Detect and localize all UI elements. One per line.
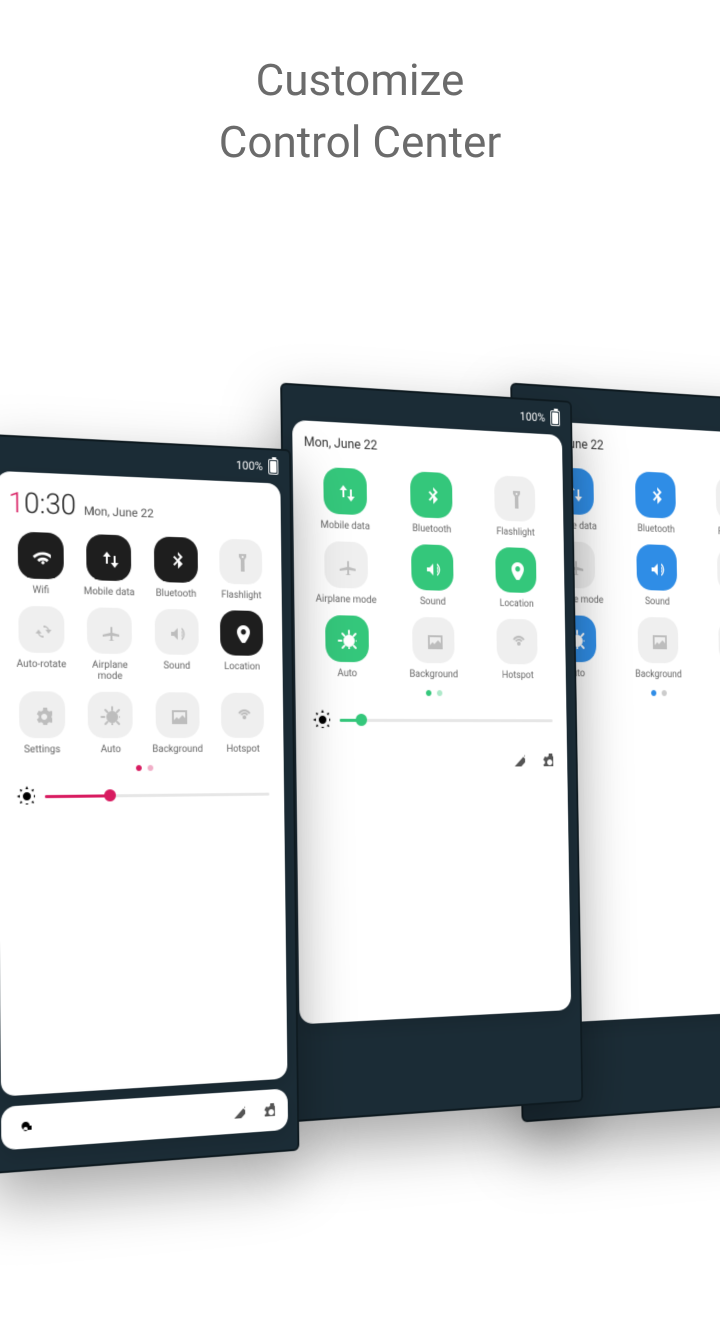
- brightness-icon: [15, 784, 35, 809]
- tile-hotspot[interactable]: Hotspot: [702, 618, 720, 681]
- edit-button[interactable]: [511, 751, 525, 771]
- tile-hotspot[interactable]: Hotspot: [479, 618, 555, 681]
- tile-bluetooth[interactable]: Bluetooth: [392, 470, 471, 536]
- battery-pct: 100%: [236, 458, 263, 473]
- tile-sound[interactable]: Sound: [393, 543, 472, 608]
- brightness-slider[interactable]: [11, 782, 274, 809]
- tile-auto[interactable]: Auto: [306, 615, 387, 680]
- tile-hotspot[interactable]: Hotspot: [213, 693, 273, 755]
- tile-background[interactable]: Background: [620, 616, 696, 680]
- clock-min: 0:30: [24, 486, 76, 521]
- date-label: Mon, June 22: [84, 504, 154, 521]
- battery-icon: [550, 410, 560, 426]
- tile-background[interactable]: Background: [147, 692, 208, 755]
- settings-button[interactable]: [260, 1100, 275, 1121]
- tile-autorotate[interactable]: Auto-rotate: [9, 606, 73, 682]
- edit-button[interactable]: [230, 1102, 245, 1123]
- tile-flashlight[interactable]: Flashlight: [699, 474, 720, 539]
- page-dots: [11, 764, 273, 772]
- tile-mobiledata[interactable]: Mobile data: [304, 466, 385, 533]
- tile-sound[interactable]: Sound: [619, 543, 695, 608]
- key-icon[interactable]: [15, 1116, 31, 1138]
- tile-airplane[interactable]: Airplane mode: [305, 540, 386, 606]
- tile-sound[interactable]: Sound: [146, 609, 207, 683]
- phone-black: 100% 10:30 Mon, June 22 Wifi Mobile data…: [0, 434, 299, 1174]
- tile-location[interactable]: Location: [700, 546, 720, 610]
- phones-stage: 100% Mon, June 22 Mobile data Bluetooth …: [0, 360, 720, 1290]
- settings-button[interactable]: [539, 751, 553, 771]
- control-panel: 10:30 Mon, June 22 Wifi Mobile data Blue…: [0, 471, 287, 1097]
- tile-bluetooth[interactable]: Bluetooth: [145, 536, 206, 600]
- clock-row: 10:30 Mon, June 22: [8, 486, 270, 529]
- phone-green: 100% Mon, June 22 Mobile data Bluetooth …: [280, 383, 583, 1123]
- tile-flashlight[interactable]: Flashlight: [477, 474, 553, 539]
- tile-settings[interactable]: Settings: [10, 691, 74, 755]
- panel-footer: [308, 746, 557, 777]
- tile-background[interactable]: Background: [394, 616, 473, 680]
- battery-pct: 100%: [520, 409, 546, 424]
- clock: 10:30: [8, 486, 76, 522]
- tiles-grid: Mobile data Bluetooth Flashlight Airplan…: [304, 466, 555, 681]
- control-panel: Mon, June 22 Mobile data Bluetooth Flash…: [292, 420, 571, 1025]
- tile-location[interactable]: Location: [212, 610, 272, 683]
- tile-wifi[interactable]: Wifi: [9, 531, 73, 597]
- tile-airplane[interactable]: Airplane mode: [78, 607, 141, 682]
- heading-line1: Customize: [0, 50, 720, 112]
- heading-line2: Control Center: [0, 112, 720, 174]
- page-heading: Customize Control Center: [0, 50, 720, 173]
- date-label: Mon, June 22: [304, 435, 552, 463]
- bottom-bar: [1, 1088, 288, 1150]
- tile-auto[interactable]: Auto: [79, 692, 141, 756]
- battery-icon: [268, 459, 278, 475]
- tiles-grid: Wifi Mobile data Bluetooth Flashlight Au…: [9, 531, 273, 755]
- tile-mobiledata[interactable]: Mobile data: [78, 534, 140, 599]
- clock-hour: 1: [8, 486, 24, 520]
- tile-bluetooth[interactable]: Bluetooth: [618, 470, 694, 536]
- tile-location[interactable]: Location: [478, 546, 554, 610]
- brightness-icon: [311, 707, 330, 732]
- brightness-slider[interactable]: [307, 707, 556, 732]
- page-dots: [307, 689, 556, 697]
- tile-flashlight[interactable]: Flashlight: [211, 538, 271, 601]
